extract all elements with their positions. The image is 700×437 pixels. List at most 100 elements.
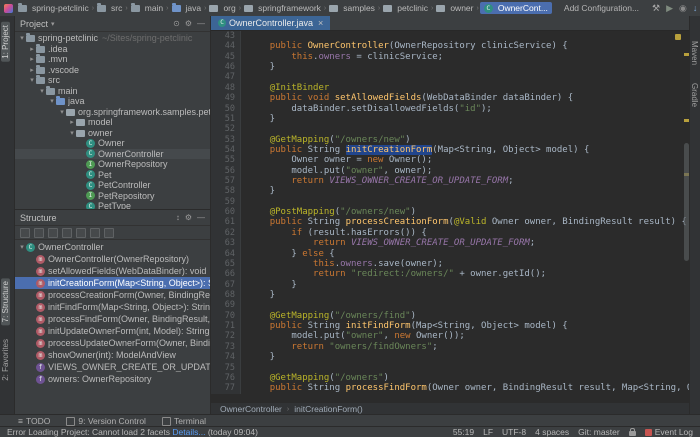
project-tree-row[interactable]: Pet [15,170,210,181]
editor-tab-ownercontroller[interactable]: OwnerController.java [211,16,330,30]
line-number[interactable]: 75 [211,363,241,373]
collapse-arrow-icon[interactable] [18,243,26,251]
code-line[interactable]: 53 @GetMapping("/owners/new") [211,135,690,145]
line-number[interactable]: 63 [211,238,241,248]
project-tree-row[interactable]: main [15,86,210,97]
build-hammer-icon[interactable]: ⚒ [652,3,660,13]
line-number[interactable]: 60 [211,207,241,217]
details-link[interactable]: Details... [172,427,205,437]
code-line[interactable]: 43 [211,31,690,41]
tool-stripe-button-maven[interactable]: Maven [690,38,699,68]
structure-tree-row[interactable]: VIEWS_OWNER_CREATE_OR_UPDATE_FORM: Strin… [15,361,210,373]
line-number[interactable]: 53 [211,135,241,145]
line-number[interactable]: 73 [211,342,241,352]
gear-icon[interactable] [185,19,192,28]
line-number[interactable]: 49 [211,93,241,103]
structure-filter-icon[interactable] [90,228,100,238]
code-line[interactable]: 67 } [211,280,690,290]
line-number[interactable]: 59 [211,197,241,207]
code-line[interactable]: 70 @GetMapping("/owners/find") [211,311,690,321]
structure-tree-row[interactable]: OwnerController [15,241,210,253]
breadcrumb-item[interactable]: spring-petclinic [16,2,91,14]
project-tree-row[interactable]: owner [15,128,210,139]
code-line[interactable]: 59 [211,197,690,207]
line-number[interactable]: 47 [211,72,241,82]
code-line[interactable]: 68 } [211,290,690,300]
breadcrumb-class[interactable]: OwnerController [220,404,282,414]
code-line[interactable]: 63 return VIEWS_OWNER_CREATE_OR_UPDATE_F… [211,238,690,248]
code-line[interactable]: 61 public String processCreationForm(@Va… [211,217,690,227]
breadcrumb-method[interactable]: initCreationForm() [294,404,363,414]
structure-tree-row[interactable]: processUpdateOwnerForm(Owner, BindingRes… [15,337,210,349]
structure-tree-row[interactable]: initUpdateOwnerForm(int, Model): String [15,325,210,337]
code-line[interactable]: 52 [211,124,690,134]
code-line[interactable]: 66 return "redirect:/owners/" + owner.ge… [211,269,690,279]
line-separator[interactable]: LF [483,427,493,437]
inspection-status-icon[interactable] [675,34,681,40]
line-number[interactable]: 70 [211,311,241,321]
readonly-lock-icon[interactable] [629,431,636,436]
code-line[interactable]: 60 @PostMapping("/owners/new") [211,207,690,217]
structure-tree-row[interactable]: initCreationForm(Map<String, Object>): S… [15,277,210,289]
expand-arrow-icon[interactable] [68,118,76,126]
code-line[interactable]: 55 Owner owner = new Owner(); [211,155,690,165]
code-line[interactable]: 45 this.owners = clinicService; [211,52,690,62]
project-tree-row[interactable]: org.springframework.samples.petclinic [15,107,210,118]
tool-window-button-terminal[interactable]: Terminal [162,416,206,426]
code-line[interactable]: 44 public OwnerController(OwnerRepositor… [211,41,690,51]
line-number[interactable]: 48 [211,83,241,93]
hide-panel-icon[interactable] [197,19,205,28]
code-line[interactable]: 58 } [211,186,690,196]
collapse-arrow-icon[interactable] [68,129,76,137]
code-editor[interactable]: 4344 public OwnerController(OwnerReposit… [211,31,690,402]
git-branch[interactable]: Git: master [578,427,620,437]
tool-stripe-button-1-project[interactable]: 1: Project [1,22,10,62]
line-number[interactable]: 77 [211,383,241,393]
structure-tree-row[interactable]: initFindForm(Map<String, Object>): Strin… [15,301,210,313]
status-message[interactable]: Error Loading Project: Cannot load 2 fac… [7,427,444,437]
run-play-icon[interactable]: ▶ [666,3,673,13]
breadcrumb-item[interactable]: org [207,2,237,14]
close-tab-icon[interactable] [318,18,323,28]
indent-style[interactable]: 4 spaces [535,427,569,437]
debug-bug-icon[interactable]: ◉ [679,3,687,13]
structure-filter-icon[interactable] [48,228,58,238]
breadcrumb-item[interactable]: samples [327,2,377,14]
collapse-arrow-icon[interactable] [28,76,36,84]
code-line[interactable]: 51 } [211,114,690,124]
structure-tree-row[interactable]: showOwner(int): ModelAndView [15,349,210,361]
line-number[interactable]: 46 [211,62,241,72]
structure-tree-row[interactable]: owners: OwnerRepository [15,373,210,385]
expand-arrow-icon[interactable] [28,55,36,63]
project-tree-row[interactable]: .mvn [15,54,210,65]
breadcrumb-item[interactable]: main [129,2,165,14]
code-line[interactable]: 54 public String initCreationForm(Map<St… [211,145,690,155]
line-number[interactable]: 52 [211,124,241,134]
breadcrumb-item[interactable]: src [95,2,124,14]
line-number[interactable]: 61 [211,217,241,227]
project-tree-row[interactable]: .vscode [15,65,210,76]
line-number[interactable]: 76 [211,373,241,383]
code-line[interactable]: 74 } [211,352,690,362]
code-line[interactable]: 50 dataBinder.setDisallowedFields("id"); [211,104,690,114]
code-line[interactable]: 75 [211,363,690,373]
line-number[interactable]: 69 [211,300,241,310]
collapse-arrow-icon[interactable] [48,97,56,105]
breadcrumb-item[interactable]: petclinic [381,2,430,14]
vcs-update-icon[interactable]: ↓ [693,3,698,13]
hide-panel-icon[interactable] [197,213,205,222]
line-number[interactable]: 55 [211,155,241,165]
line-number[interactable]: 62 [211,228,241,238]
line-number[interactable]: 51 [211,114,241,124]
code-line[interactable]: 64 } else { [211,249,690,259]
line-number[interactable]: 57 [211,176,241,186]
breadcrumb-item[interactable]: owner [434,2,475,14]
gear-icon[interactable] [185,213,192,222]
breadcrumb-item[interactable]: OwnerCont... [480,2,552,14]
code-line[interactable]: 71 public String initFindForm(Map<String… [211,321,690,331]
locate-file-icon[interactable] [173,19,180,28]
line-number[interactable]: 65 [211,259,241,269]
structure-filter-icon[interactable] [34,228,44,238]
structure-tree-row[interactable]: OwnerController(OwnerRepository) [15,253,210,265]
add-configuration-button[interactable]: Add Configuration... [558,1,645,15]
